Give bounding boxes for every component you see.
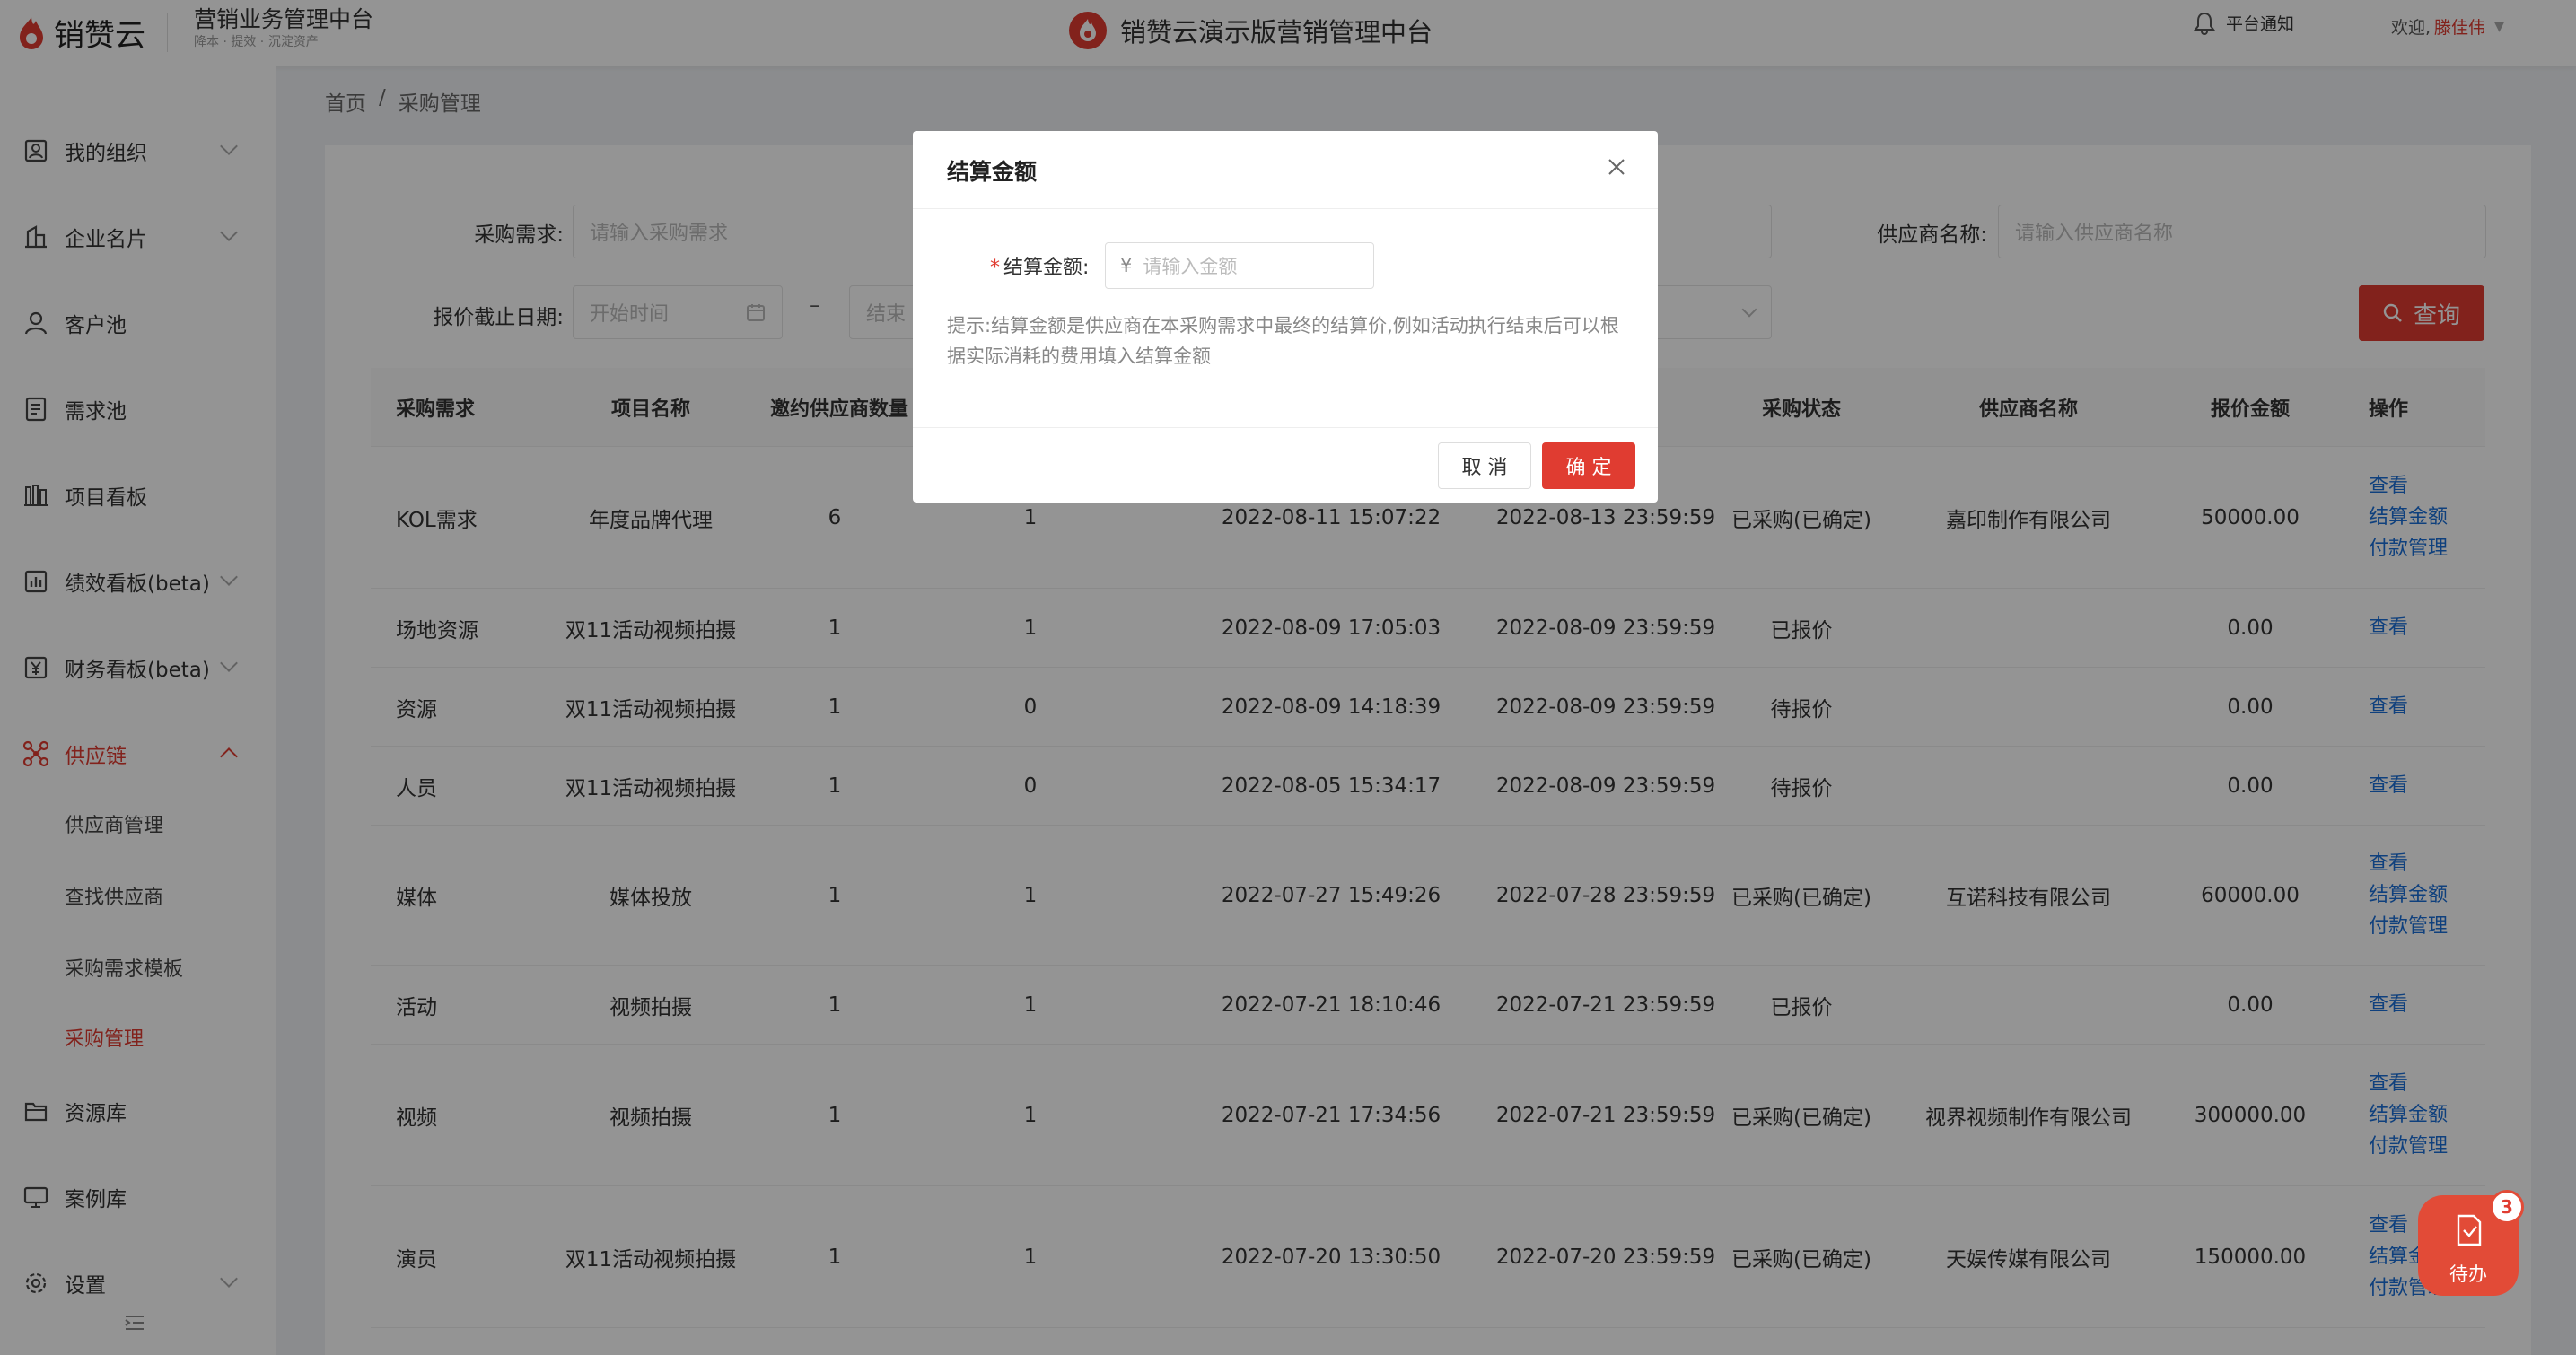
modal-footer-divider [913, 427, 1658, 428]
todo-badge: 3 [2490, 1190, 2524, 1224]
todo-label: 待办 [2449, 1263, 2487, 1285]
settlement-amount-input[interactable]: ¥ 请输入金额 [1105, 242, 1374, 289]
confirm-button[interactable]: 确 定 [1542, 442, 1635, 489]
settlement-hint: 提示:结算金额是供应商在本采购需求中最终的结算价,例如活动执行结束后可以根据实际… [947, 315, 1619, 367]
settlement-field-label: * 结算金额: [990, 251, 1089, 280]
required-mark: * [990, 257, 1000, 279]
amount-placeholder: 请输入金额 [1143, 256, 1238, 277]
modal-header-divider [913, 208, 1658, 209]
close-icon[interactable] [1606, 156, 1627, 178]
cancel-button[interactable]: 取 消 [1438, 442, 1531, 489]
modal-title: 结算金额 [947, 159, 1038, 185]
settlement-field-text: 结算金额: [1003, 257, 1090, 279]
currency-symbol: ¥ [1120, 255, 1133, 276]
todo-fab[interactable]: 待办 3 [2418, 1190, 2524, 1296]
todo-doc-icon [2457, 1214, 2482, 1246]
settlement-modal: 结算金额 * 结算金额: ¥ 请输入金额 提示:结算金额是供应商在本采购需求中最终… [913, 131, 1658, 503]
